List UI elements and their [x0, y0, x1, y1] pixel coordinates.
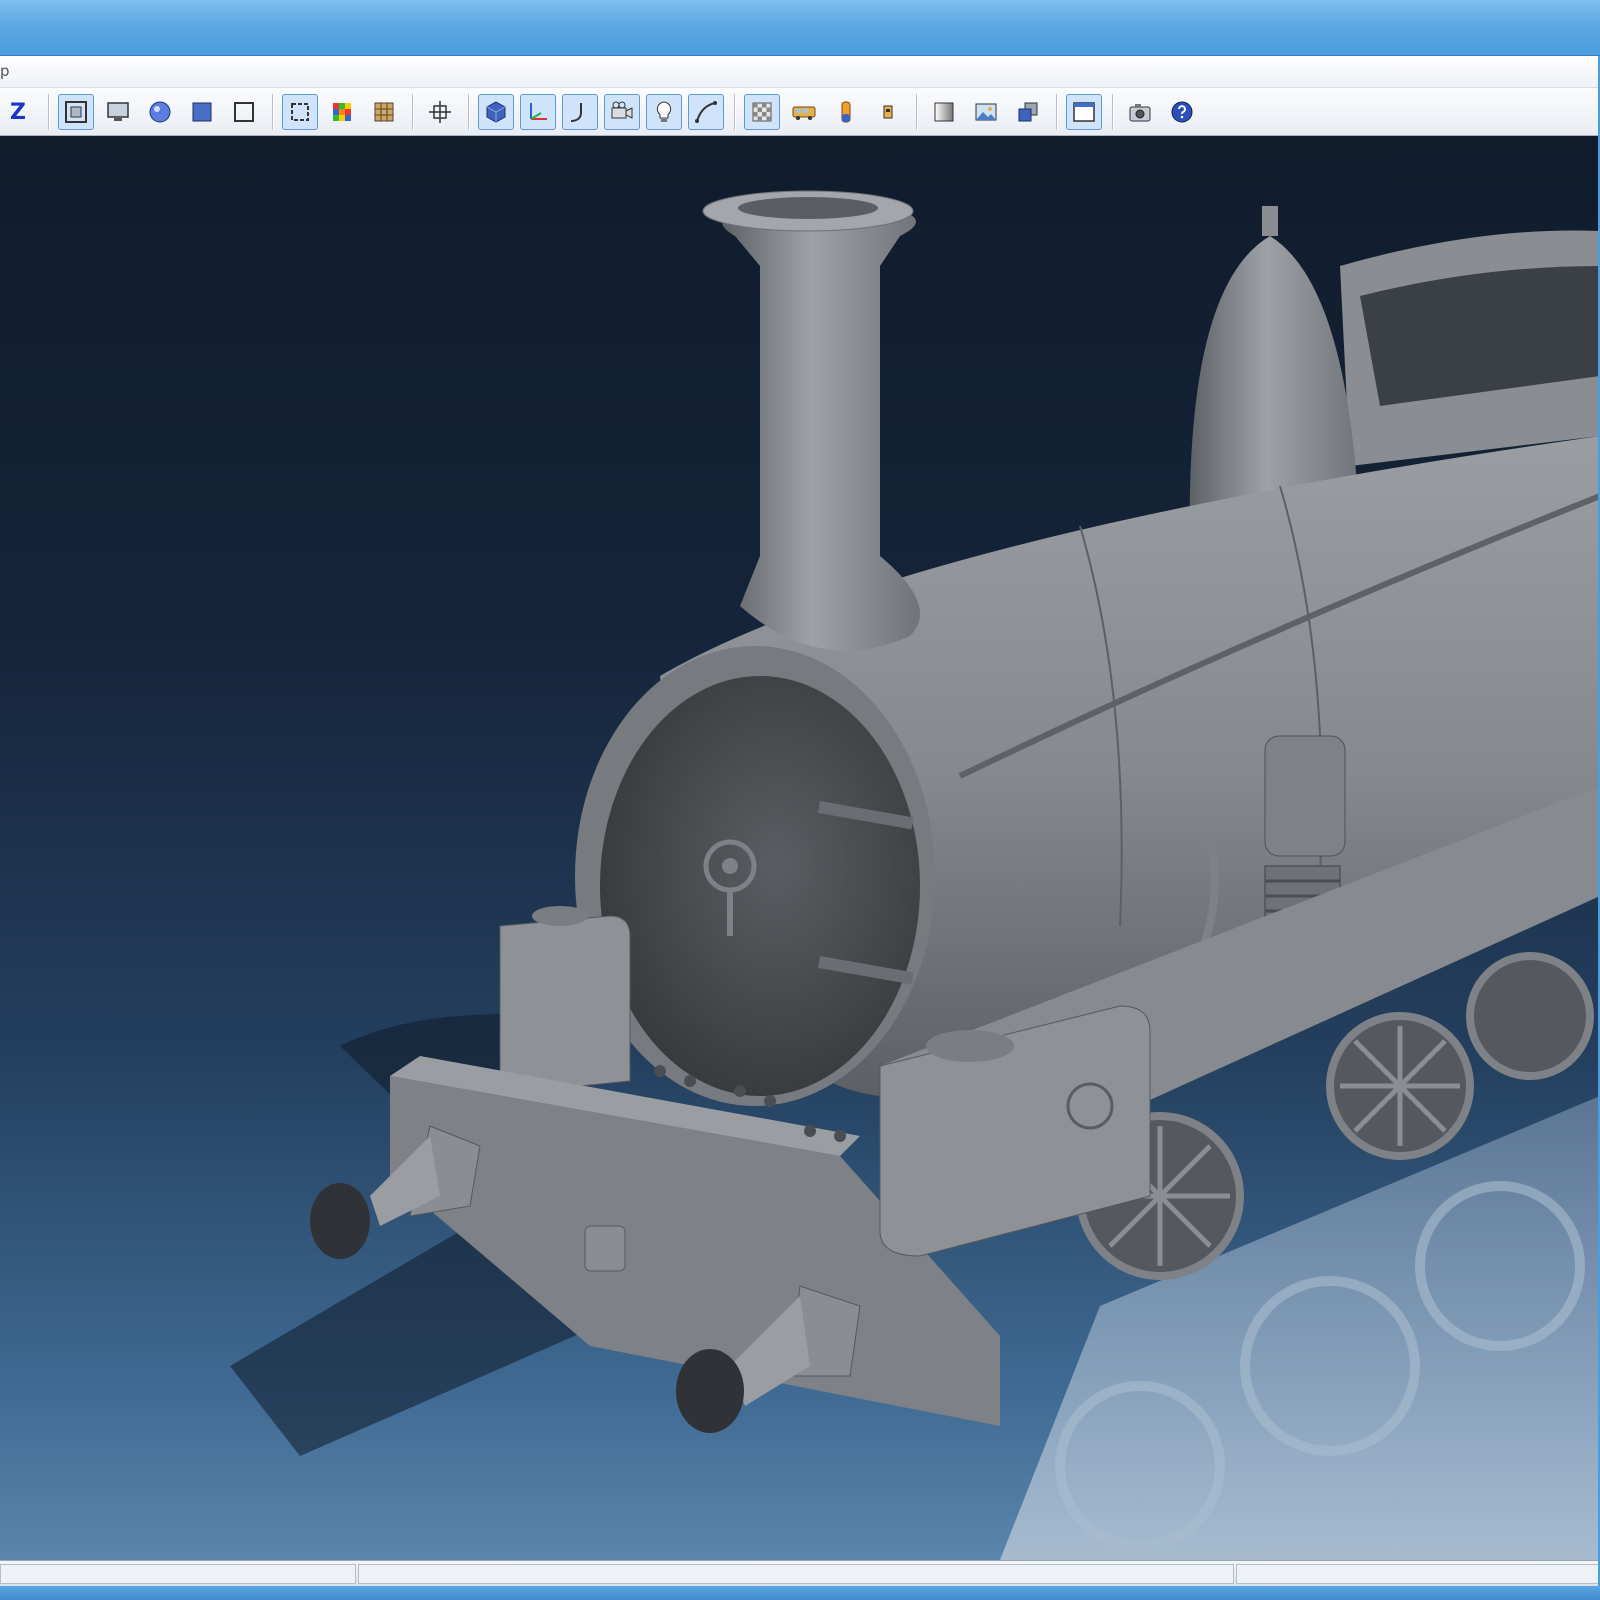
picture-icon — [975, 103, 997, 121]
axes-button[interactable] — [520, 94, 556, 130]
status-pane-main — [0, 1564, 356, 1584]
curve-icon — [695, 101, 717, 123]
toolbar-separator — [272, 94, 273, 130]
frame-icon — [234, 102, 254, 122]
bend-icon — [570, 103, 582, 122]
select-frame-icon — [291, 103, 309, 121]
sandbox-left — [499, 915, 631, 1092]
light-button[interactable] — [646, 94, 682, 130]
texture-cube-icon — [374, 102, 394, 122]
monitor-icon — [107, 102, 129, 121]
menu-bar: p — [0, 56, 1600, 88]
crosshair-button[interactable] — [422, 94, 458, 130]
solid-cube-button[interactable] — [478, 94, 514, 130]
box-icon — [192, 102, 212, 122]
lightbulb-icon — [656, 101, 672, 122]
image-bg-button[interactable] — [968, 94, 1004, 130]
solid-cube-icon — [486, 101, 506, 123]
texture-cube-button[interactable] — [366, 94, 402, 130]
vehicle-button[interactable] — [786, 94, 822, 130]
small-object-icon — [883, 105, 893, 119]
gradient-square-icon — [934, 102, 954, 122]
sphere-view-button[interactable] — [142, 94, 178, 130]
toolbar-separator — [1112, 94, 1113, 130]
app-window: p Z — [0, 0, 1600, 1600]
layers-button[interactable] — [1010, 94, 1046, 130]
toolbar-separator — [48, 94, 49, 130]
chimney — [722, 203, 920, 651]
object-button[interactable] — [870, 94, 906, 130]
toolbar-separator — [412, 94, 413, 130]
cylinder-icon — [841, 101, 851, 123]
video-camera-icon — [611, 101, 633, 119]
window-mode-button[interactable] — [1066, 94, 1102, 130]
title-bar[interactable] — [0, 0, 1600, 56]
camera-view-button[interactable] — [604, 94, 640, 130]
bus-icon — [792, 106, 816, 120]
toolbar-separator — [916, 94, 917, 130]
smokebox-door — [600, 676, 920, 1096]
coupling-hook — [584, 1225, 626, 1272]
frame-view-button[interactable] — [226, 94, 262, 130]
screen-view-button[interactable] — [100, 94, 136, 130]
window-icon — [1073, 102, 1095, 122]
color-cube-button[interactable] — [324, 94, 360, 130]
curve-button[interactable] — [688, 94, 724, 130]
material-button[interactable] — [828, 94, 864, 130]
checker-icon — [752, 102, 772, 122]
toolbar-separator — [468, 94, 469, 130]
layers-icon — [1018, 102, 1038, 122]
zoom-extents-icon — [65, 101, 87, 123]
photo-camera-icon — [1129, 104, 1151, 122]
zoom-z-button[interactable]: Z — [0, 94, 36, 130]
status-pane-center — [358, 1564, 1234, 1584]
select-frame-button[interactable] — [282, 94, 318, 130]
checker-button[interactable] — [744, 94, 780, 130]
status-bar — [0, 1560, 1600, 1586]
crosshair-icon — [429, 101, 451, 123]
rubik-cube-icon — [333, 103, 351, 121]
menu-item-help[interactable]: p — [0, 62, 10, 80]
sphere-icon — [149, 101, 171, 123]
bend-tool-button[interactable] — [562, 94, 598, 130]
locomotive-render — [230, 190, 1600, 1560]
zoom-all-button[interactable] — [58, 94, 94, 130]
status-pane-right — [1236, 1564, 1600, 1584]
3d-viewport[interactable] — [0, 136, 1600, 1560]
toolbar: Z — [0, 88, 1600, 136]
box-view-button[interactable] — [184, 94, 220, 130]
driving-wheel — [1466, 952, 1594, 1080]
z-letter-icon: Z — [10, 99, 26, 125]
toolbar-separator — [1056, 94, 1057, 130]
window-bottom-frame — [0, 1586, 1600, 1600]
axes-icon — [530, 103, 547, 120]
help-icon — [1171, 101, 1193, 123]
screenshot-button[interactable] — [1122, 94, 1158, 130]
gradient-bg-button[interactable] — [926, 94, 962, 130]
toolbar-separator — [734, 94, 735, 130]
help-button[interactable] — [1164, 94, 1200, 130]
